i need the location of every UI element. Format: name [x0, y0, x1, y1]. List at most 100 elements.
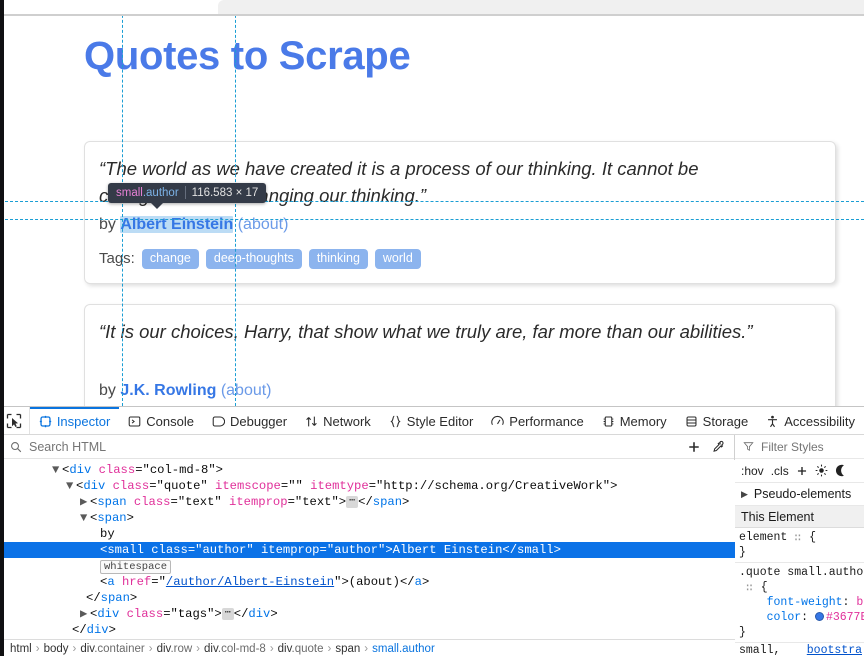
infobar-tag-name: small.author [116, 187, 179, 199]
tab-memory[interactable]: Memory [593, 407, 676, 434]
tag-chip[interactable]: world [375, 249, 421, 269]
breadcrumb-item[interactable]: div.container [80, 643, 144, 655]
collapsed-content-icon[interactable]: ⋯ [222, 608, 234, 620]
browser-window: Quotes to Scrape “The world as we have c… [0, 0, 864, 656]
markup-tree[interactable]: ▼<div class="col-md-8"> ▼<div class="quo… [0, 460, 735, 640]
tab-network[interactable]: Network [296, 407, 380, 434]
declaration-value[interactable]: #3677E [826, 611, 864, 624]
quote-byline: by Albert Einstein (about) [99, 216, 288, 234]
light-mode-icon[interactable] [815, 464, 828, 477]
browser-chrome-strip [0, 0, 864, 16]
pseudo-elements-label: Pseudo-elements [754, 487, 851, 501]
by-label: by [99, 382, 116, 399]
tag-chip[interactable]: thinking [309, 249, 368, 269]
tree-node[interactable]: <a href="/author/Albert-Einstein">(about… [0, 574, 735, 590]
tab-accessibility[interactable]: Accessibility [757, 407, 864, 434]
devtools-panel: Inspector Console Debugger [0, 406, 864, 656]
tree-node-selected[interactable]: <small class="author" itemprop="author">… [0, 542, 735, 558]
tree-node[interactable]: ▼<span> [0, 510, 735, 526]
tab-inspector[interactable]: Inspector [30, 407, 119, 434]
tab-storage[interactable]: Storage [676, 407, 758, 434]
node-href-link[interactable]: /author/Albert-Einstein [166, 575, 334, 589]
twisty-expanded-icon[interactable]: ▼ [66, 478, 76, 494]
author-name: Albert Einstein [120, 216, 233, 233]
breadcrumb-item[interactable]: html [10, 643, 32, 655]
add-rule-button[interactable] [796, 465, 808, 477]
filter-icon [743, 441, 754, 452]
collapsed-content-icon[interactable]: ⋯ [346, 496, 358, 508]
tab-style-editor[interactable]: Style Editor [380, 407, 482, 434]
tab-debugger[interactable]: Debugger [203, 407, 296, 434]
breadcrumb-separator: › [149, 643, 153, 655]
debugger-icon [212, 415, 225, 428]
cls-toggle[interactable]: .cls [771, 464, 789, 478]
declaration-value[interactable]: bol [856, 596, 864, 609]
storage-icon [685, 415, 698, 428]
declaration-property[interactable]: font-weight [767, 596, 843, 609]
breadcrumb-separator: › [328, 643, 332, 655]
tag-chip[interactable]: change [142, 249, 199, 269]
author-about-link[interactable]: (about) [238, 216, 289, 233]
filter-styles-row [735, 435, 864, 459]
tree-node[interactable]: </span> [0, 590, 735, 606]
twisty-collapsed-icon[interactable]: ▶ [80, 494, 90, 510]
quote-byline: by J.K. Rowling (about) [99, 382, 272, 400]
pseudo-elements-section[interactable]: ▶ Pseudo-elements [735, 483, 864, 506]
search-input[interactable] [27, 439, 682, 455]
hov-toggle[interactable]: :hov [741, 464, 764, 478]
tree-node[interactable]: by [0, 526, 735, 542]
eyedropper-icon[interactable] [706, 436, 730, 458]
tab-label: Network [323, 414, 371, 429]
tree-node[interactable]: ▶<div class="tags">⋯</div> [0, 606, 735, 622]
tree-node[interactable]: ▼<div class="col-md-8"> [0, 462, 735, 478]
rule-block-small[interactable]: small,bootstra [735, 643, 864, 656]
tab-console[interactable]: Console [119, 407, 203, 434]
twisty-collapsed-icon[interactable]: ▶ [80, 606, 90, 622]
devtools-tab-list: Inspector Console Debugger [30, 407, 864, 434]
breadcrumb-separator: › [73, 643, 77, 655]
add-node-button[interactable] [682, 436, 706, 458]
breadcrumb-item[interactable]: span [335, 643, 360, 655]
color-swatch-icon[interactable] [815, 612, 824, 621]
twisty-collapsed-icon[interactable]: ▶ [741, 489, 748, 500]
by-label: by [99, 216, 116, 233]
tab-label: Style Editor [407, 414, 473, 429]
breadcrumb-item[interactable]: div.col-md-8 [204, 643, 266, 655]
author-about-link[interactable]: (about) [221, 382, 272, 399]
window-left-edge [0, 0, 4, 656]
author-name: J.K. Rowling [120, 382, 216, 399]
performance-icon [491, 415, 504, 428]
accessibility-icon [766, 415, 779, 428]
tag-chip[interactable]: deep-thoughts [206, 249, 302, 269]
filter-styles-input[interactable] [759, 439, 839, 455]
dark-mode-icon[interactable] [835, 464, 848, 477]
breadcrumb-item-active[interactable]: small.author [372, 643, 435, 655]
breadcrumb[interactable]: html › body › div.container › div.row › … [0, 639, 735, 656]
breadcrumb-item[interactable]: body [44, 643, 69, 655]
devtools-toolbar: Inspector Console Debugger [0, 407, 864, 435]
tab-label: Performance [509, 414, 583, 429]
tree-node[interactable]: ▶<span class="text" itemprop="text">⋯</s… [0, 494, 735, 510]
memory-icon [602, 415, 615, 428]
declaration-property[interactable]: color [767, 611, 802, 624]
twisty-expanded-icon[interactable]: ▼ [80, 510, 90, 526]
tree-node[interactable]: </div> [0, 622, 735, 638]
tree-node[interactable]: ▼<div class="quote" itemscope="" itemtyp… [0, 478, 735, 494]
twisty-expanded-icon[interactable]: ▼ [52, 462, 62, 478]
quote-card: “It is our choices, Harry, that show wha… [84, 304, 836, 406]
element-picker-button[interactable] [0, 407, 30, 434]
style-editor-icon [389, 415, 402, 428]
rule-block-quote-author[interactable]: .quote small.author ∷ { font-weight: bol… [735, 563, 864, 643]
breadcrumb-item[interactable]: div.row [157, 643, 193, 655]
browser-tab-strip [218, 0, 864, 14]
tree-node[interactable]: whitespace [0, 558, 735, 574]
rules-pane: :hov .cls ▶ Pseudo-elements [735, 435, 864, 656]
tab-label: Console [146, 414, 194, 429]
infobar-divider [185, 186, 186, 199]
rule-source-link[interactable]: bootstra [807, 644, 862, 656]
rule-block-element[interactable]: element ∷ { } [735, 528, 864, 563]
tab-performance[interactable]: Performance [482, 407, 592, 434]
tab-label: Accessibility [784, 414, 855, 429]
breadcrumb-item[interactable]: div.quote [278, 643, 324, 655]
tab-label: Storage [703, 414, 749, 429]
